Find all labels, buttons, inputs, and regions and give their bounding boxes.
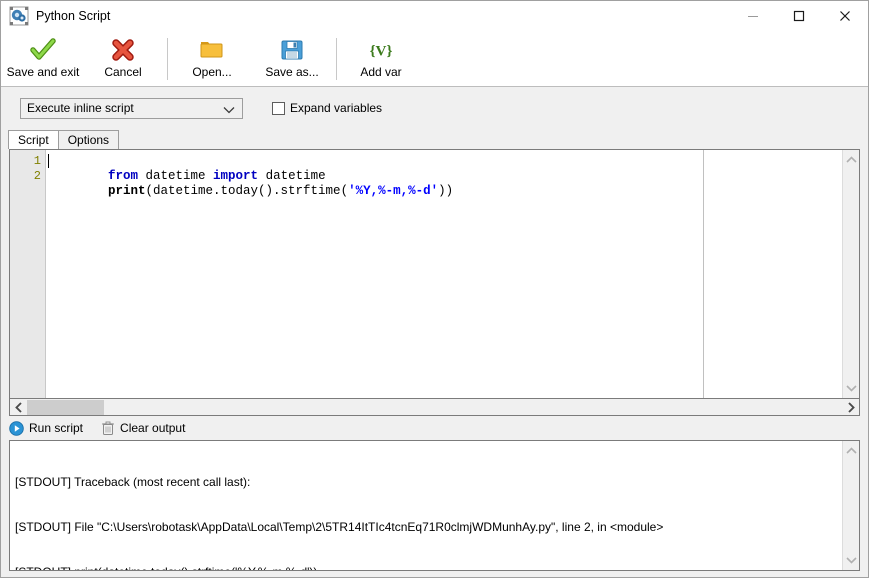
code-token: )) (438, 184, 454, 198)
chevron-down-icon[interactable] (845, 553, 857, 567)
editor-vertical-scrollbar[interactable] (842, 150, 859, 398)
python-script-icon (9, 6, 29, 26)
text-caret (48, 154, 49, 168)
tab-script[interactable]: Script (8, 130, 59, 149)
expand-variables-label: Expand variables (290, 101, 383, 115)
save-as-label: Save as... (265, 65, 319, 79)
chevron-down-icon (223, 104, 235, 118)
close-button[interactable] (822, 1, 868, 31)
output-line: [STDOUT] print(datetime.today().strftime… (15, 565, 838, 570)
folder-icon (196, 37, 228, 63)
run-script-label: Run script (29, 421, 84, 435)
script-editor[interactable]: 1 2 from datetime import datetime print(… (9, 149, 860, 399)
save-and-exit-label: Save and exit (6, 65, 80, 79)
output-line: [STDOUT] File "C:\Users\robotask\AppData… (15, 520, 664, 534)
open-button[interactable]: Open... (172, 32, 252, 86)
close-icon (840, 11, 850, 21)
minimize-icon (748, 16, 758, 17)
tab-strip: Script Options (1, 129, 868, 149)
code-line-1: from datetime import datetime (48, 154, 842, 183)
minimize-button[interactable] (730, 1, 776, 31)
run-bar: Run script Clear output (1, 416, 868, 440)
execution-mode-value: Execute inline script (27, 101, 134, 115)
add-var-label: Add var (360, 65, 402, 79)
svg-text:{V}: {V} (370, 43, 393, 59)
output-panel[interactable]: [STDOUT] Traceback (most recent call las… (9, 440, 860, 571)
open-label: Open... (192, 65, 232, 79)
trash-icon (101, 421, 115, 436)
save-and-exit-button[interactable]: Save and exit (3, 32, 83, 86)
right-margin-guide (703, 150, 704, 398)
chevron-up-icon[interactable] (845, 444, 857, 458)
clear-output-button[interactable]: Clear output (101, 421, 185, 436)
line-number: 1 (33, 154, 41, 168)
save-as-button[interactable]: Save as... (252, 32, 332, 86)
run-script-button[interactable]: Run script (9, 420, 84, 436)
chevron-up-icon[interactable] (845, 153, 857, 167)
maximize-icon (793, 10, 805, 22)
chevron-left-icon[interactable] (10, 400, 27, 415)
code-token: import (213, 169, 259, 183)
cancel-label: Cancel (104, 65, 142, 79)
tab-options-label: Options (67, 133, 110, 147)
toolbar-separator-2 (336, 38, 337, 80)
line-number-gutter: 1 2 (10, 150, 46, 398)
python-script-window: Python Script Save and exit Cancel Open.… (0, 0, 869, 578)
tab-script-label: Script (18, 133, 49, 147)
floppy-disk-icon (276, 37, 308, 63)
options-row: Execute inline script Expand variables (1, 87, 868, 123)
chevron-right-icon[interactable] (842, 400, 859, 415)
editor-horizontal-scrollbar[interactable] (9, 399, 860, 416)
play-circle-icon (9, 420, 24, 436)
title-bar: Python Script (1, 1, 868, 32)
code-area[interactable]: from datetime import datetime print(date… (46, 150, 842, 398)
window-controls (730, 1, 868, 31)
chevron-down-icon[interactable] (845, 381, 857, 395)
output-vertical-scrollbar[interactable] (842, 441, 859, 570)
output-text: [STDOUT] Traceback (most recent call las… (10, 441, 842, 570)
code-token: (datetime.today().strftime( (145, 184, 349, 198)
code-token: datetime (138, 169, 214, 183)
tab-options[interactable]: Options (57, 130, 120, 149)
toolbar-separator-1 (167, 38, 168, 80)
expand-variables-checkbox[interactable]: Expand variables (272, 101, 382, 115)
output-line: [STDOUT] Traceback (most recent call las… (15, 475, 251, 489)
line-number: 2 (33, 169, 41, 183)
code-token: from (108, 169, 139, 183)
variable-braces-icon: {V} (365, 37, 397, 63)
green-check-icon (27, 37, 59, 63)
code-token: '%Y,%-m,%-d' (348, 184, 439, 198)
code-token: datetime (258, 169, 326, 183)
maximize-button[interactable] (776, 1, 822, 31)
window-title: Python Script (36, 9, 111, 23)
red-x-icon (107, 37, 139, 63)
toolbar: Save and exit Cancel Open... Save as... … (1, 32, 868, 87)
checkbox-box[interactable] (272, 101, 285, 115)
add-var-button[interactable]: {V} Add var (341, 32, 421, 86)
cancel-button[interactable]: Cancel (83, 32, 163, 86)
execution-mode-select[interactable]: Execute inline script (20, 97, 243, 119)
hscroll-thumb[interactable] (27, 399, 104, 415)
code-token: print (108, 184, 146, 198)
clear-output-label: Clear output (120, 421, 186, 435)
